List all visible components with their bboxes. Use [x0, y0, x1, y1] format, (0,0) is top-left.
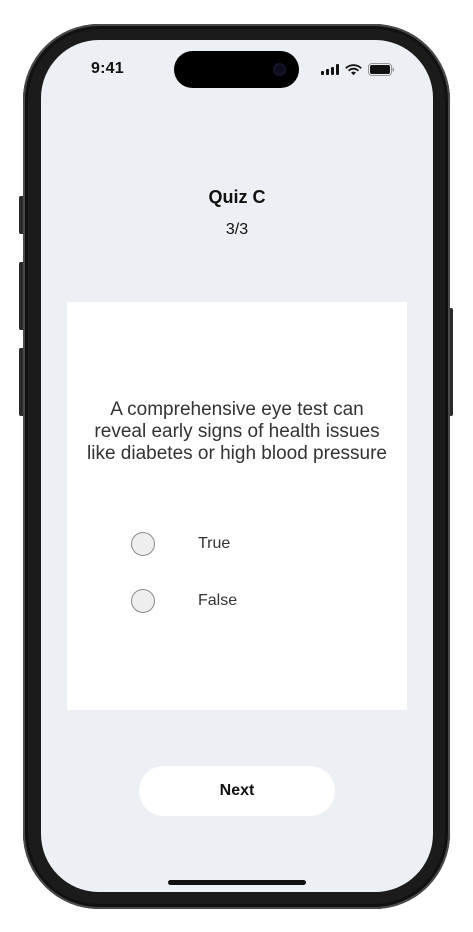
option-false[interactable]: False — [131, 587, 237, 615]
camera-icon — [273, 63, 286, 76]
radio-button-false[interactable] — [131, 589, 155, 613]
device-mockup: 9:41 Quiz C 3/3 A comprehensive eye test… — [0, 0, 473, 932]
phone-screen: 9:41 Quiz C 3/3 A comprehensive eye test… — [41, 40, 433, 892]
quiz-title: Quiz C — [208, 187, 266, 207]
home-indicator[interactable] — [168, 880, 306, 885]
radio-button-true[interactable] — [131, 532, 155, 556]
quiz-progress: 3/3 — [225, 221, 249, 238]
dynamic-island — [174, 51, 299, 88]
status-time: 9:41 — [91, 60, 124, 77]
question-card: A comprehensive eye test can reveal earl… — [67, 302, 407, 710]
option-label-true: True — [198, 535, 231, 552]
status-icons — [321, 62, 395, 76]
next-button[interactable]: Next — [139, 766, 335, 816]
wifi-icon — [345, 63, 362, 76]
battery-icon — [368, 62, 395, 76]
option-label-false: False — [198, 592, 238, 609]
cellular-signal-icon — [321, 63, 339, 75]
question-text: A comprehensive eye test can reveal earl… — [87, 399, 387, 464]
option-true[interactable]: True — [131, 530, 230, 558]
